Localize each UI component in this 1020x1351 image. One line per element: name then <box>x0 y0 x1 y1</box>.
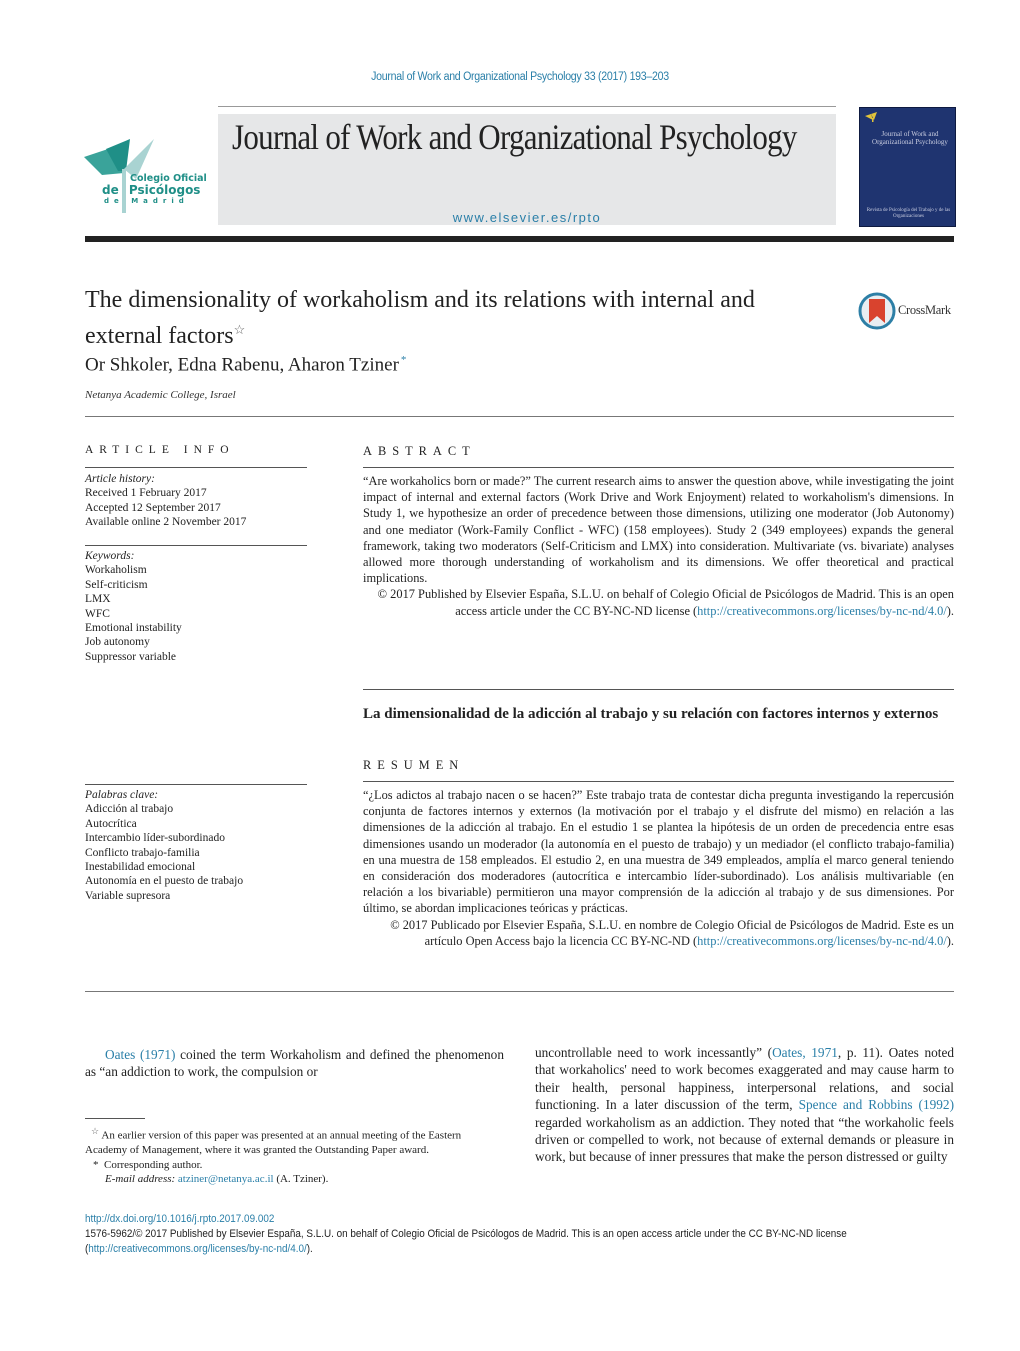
keyword-item: Workaholism <box>85 564 147 577</box>
history-accepted: Accepted 12 September 2017 <box>85 501 221 514</box>
abstract-heading: ABSTRACT <box>363 444 476 458</box>
article-history: Article history: Received 1 February 201… <box>85 472 307 530</box>
logo-line3: de Madrid <box>104 197 189 205</box>
crossmark-label: CrossMark <box>898 303 951 317</box>
cover-logo-icon <box>865 112 877 122</box>
divider <box>85 784 307 785</box>
license-link[interactable]: http://creativecommons.org/licenses/by-n… <box>697 604 947 618</box>
keywords-label: Keywords: <box>85 550 135 562</box>
license-close: ). <box>306 1243 313 1255</box>
keywords: Keywords: Workaholism Self-criticism LMX… <box>85 549 307 664</box>
resumen-copyright: © 2017 Publicado por Elsevier España, S.… <box>363 917 954 949</box>
palabra-item: Conflicto trabajo-familia <box>85 846 200 859</box>
palabra-item: Autonomía en el puesto de trabajo <box>85 875 244 888</box>
email-owner: (A. Tziner). <box>276 1173 329 1186</box>
divider <box>85 467 307 468</box>
affiliation: Netanya Academic College, Israel <box>85 389 236 401</box>
footnote-corr-text: Corresponding author. <box>104 1158 203 1171</box>
palabra-item: Intercambio líder-subordinado <box>85 832 225 845</box>
issn-line: 1576-5962/© 2017 Published by Elsevier E… <box>85 1228 847 1240</box>
divider <box>85 991 954 992</box>
resumen-body: “¿Los adictos al trabajo nacen o se hace… <box>363 787 954 949</box>
body-left-column: Oates (1971) coined the term Workaholism… <box>85 1046 504 1081</box>
keyword-item: Self-criticism <box>85 578 148 591</box>
divider <box>363 781 954 782</box>
article-title: The dimensionality of workaholism and it… <box>85 285 845 351</box>
article-info-heading: ARTICLE INFO <box>85 444 235 456</box>
crossmark-button[interactable]: CrossMark <box>858 292 958 330</box>
keyword-item: Emotional instability <box>85 622 182 635</box>
corresponding-author-mark[interactable]: * <box>401 354 407 366</box>
author-list: Or Shkoler, Edna Rabenu, Aharon Tziner <box>85 354 399 376</box>
masthead-bottom-rule <box>85 236 954 242</box>
email-link[interactable]: atziner@netanya.ac.il <box>178 1173 274 1185</box>
resumen-text: “¿Los adictos al trabajo nacen o se hace… <box>363 788 954 916</box>
history-label: Article history: <box>85 473 155 485</box>
palabra-item: Adicción al trabajo <box>85 803 174 816</box>
footnote-email: E-mail address: atziner@netanya.ac.il (A… <box>85 1172 505 1187</box>
palabras-clave: Palabras clave: Adicción al trabajo Auto… <box>85 788 307 903</box>
footnote-star-text: An earlier version of this paper was pre… <box>85 1129 462 1157</box>
abstract-text: “Are workaholics born or made?” The curr… <box>363 474 954 586</box>
copyright-end: ). <box>946 603 954 618</box>
body-right-column: uncontrollable need to work incessantly”… <box>535 1044 954 1166</box>
palabra-item: Inestabilidad emocional <box>85 861 196 874</box>
palabra-item: Autocrítica <box>85 817 137 830</box>
citation-link[interactable]: Spence and Robbins (1992) <box>799 1097 954 1112</box>
email-label: E-mail address: <box>105 1173 176 1186</box>
bottom-info: http://dx.doi.org/10.1016/j.rpto.2017.09… <box>85 1212 955 1257</box>
divider <box>363 467 954 468</box>
body-text: uncontrollable need to work incessantly”… <box>535 1045 773 1060</box>
citation-link[interactable]: Oates (1971) <box>105 1047 175 1062</box>
logo-line2: de Psicólogos <box>102 183 200 197</box>
running-head[interactable]: Journal of Work and Organizational Psych… <box>42 71 999 83</box>
divider <box>85 416 954 417</box>
journal-cover-image[interactable]: Journal of Work and Organizational Psych… <box>859 107 956 227</box>
footnote-star-mark: ☆ <box>91 1126 100 1136</box>
citation-link[interactable]: Oates, 1971 <box>772 1045 838 1060</box>
keyword-item: Suppressor variable <box>85 650 177 663</box>
license-link[interactable]: http://creativecommons.org/licenses/by-n… <box>697 934 947 948</box>
abstract-copyright: © 2017 Published by Elsevier España, S.L… <box>363 586 954 618</box>
divider <box>363 689 954 690</box>
doi-link[interactable]: http://dx.doi.org/10.1016/j.rpto.2017.09… <box>85 1212 274 1227</box>
logo-line2-psicologos: Psicólogos <box>128 183 201 197</box>
title-line1: The dimensionality of workaholism and it… <box>85 287 755 313</box>
logo-line2-de: de <box>102 183 119 197</box>
footnote-star: ☆ An earlier version of this paper was p… <box>85 1124 505 1158</box>
cover-footer: Revista de Psicología del Trabajo y de l… <box>866 208 951 219</box>
body-text: regarded workaholism as an addiction. Th… <box>535 1114 954 1165</box>
spanish-title: La dimensionalidad de la adicción al tra… <box>363 706 939 722</box>
masthead-top-rule <box>218 106 836 107</box>
license-link[interactable]: http://creativecommons.org/licenses/by-n… <box>88 1243 306 1255</box>
journal-title: Journal of Work and Organizational Psych… <box>232 117 797 157</box>
authors: Or Shkoler, Edna Rabenu, Aharon Tziner * <box>85 354 406 376</box>
divider <box>85 545 307 546</box>
title-line2: external factors <box>85 323 234 349</box>
palabras-label: Palabras clave: <box>85 789 159 801</box>
journal-url-link[interactable]: www.elsevier.es/rpto <box>218 210 836 225</box>
cover-title: Journal of Work and Organizational Psych… <box>872 130 948 146</box>
footnote-corr-mark: * <box>93 1158 99 1171</box>
keyword-item: LMX <box>85 593 111 606</box>
history-online: Available online 2 November 2017 <box>85 516 247 529</box>
footnotes: ☆ An earlier version of this paper was p… <box>85 1124 505 1187</box>
keyword-item: WFC <box>85 607 110 620</box>
society-logo: Colegio Oficial de Psicólogos de Madrid <box>84 135 207 215</box>
copyright-end: ). <box>946 933 954 948</box>
keyword-item: Job autonomy <box>85 636 150 649</box>
history-received: Received 1 February 2017 <box>85 487 207 500</box>
footnote-rule <box>85 1118 145 1119</box>
resumen-heading: RESUMEN <box>363 758 465 772</box>
abstract-body: “Are workaholics born or made?” The curr… <box>363 473 954 619</box>
title-footnote-star[interactable]: ☆ <box>234 322 246 337</box>
crossmark-icon <box>858 292 896 330</box>
footnote-corresponding: * Corresponding author. <box>85 1158 505 1173</box>
palabra-item: Variable supresora <box>85 889 171 902</box>
